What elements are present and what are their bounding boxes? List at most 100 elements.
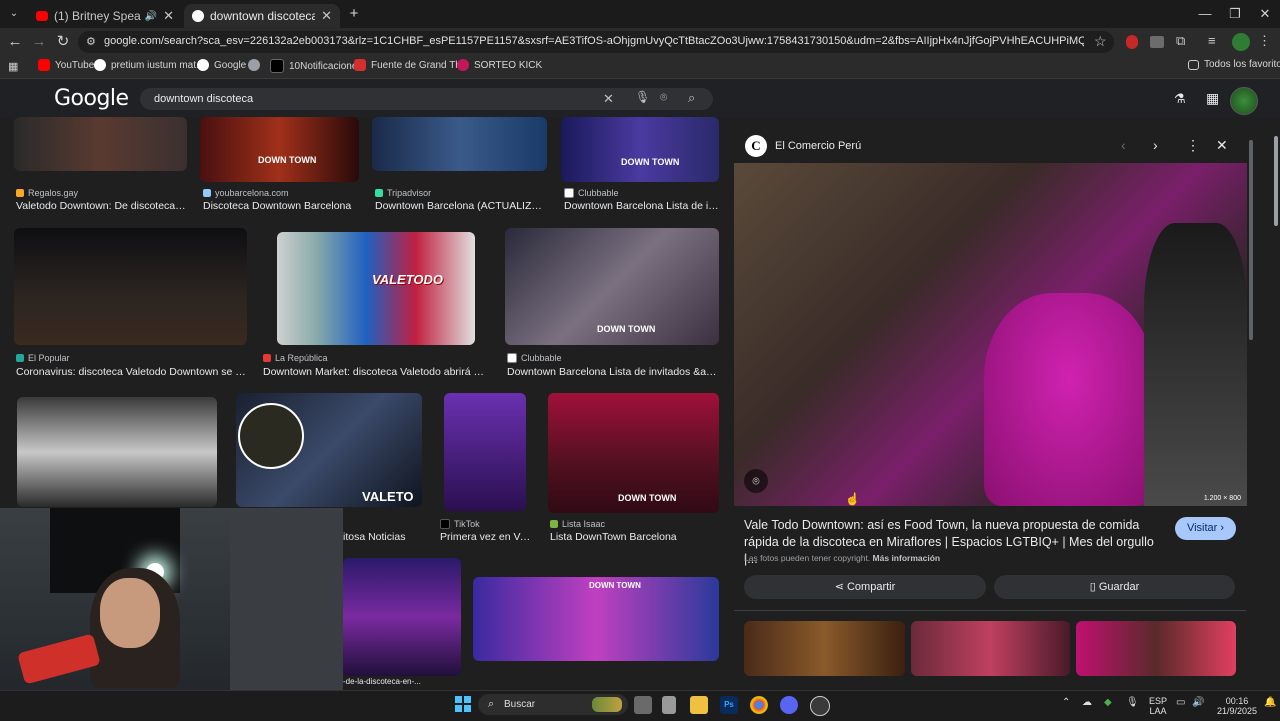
result-caption[interactable]: -de-la-discoteca-en-...	[343, 677, 461, 686]
back-arrow-icon[interactable]: ←	[4, 32, 26, 52]
bookmark-star-icon[interactable]: ☆	[1094, 33, 1107, 50]
clear-icon[interactable]: ✕	[603, 91, 614, 107]
result-image[interactable]: VALETODO	[277, 232, 475, 345]
tab-search-chevron-icon[interactable]: ⌄	[6, 6, 22, 22]
result-caption[interactable]: Downtown Barcelona (ACTUALIZAD...	[375, 200, 547, 212]
more-options-icon[interactable]: ⋮	[1186, 137, 1200, 154]
window-close-icon[interactable]: ✕	[1250, 4, 1280, 24]
clock[interactable]: 00:16 21/9/2025	[1214, 696, 1260, 716]
minimize-icon[interactable]: —	[1190, 4, 1220, 24]
google-logo[interactable]: Google	[54, 86, 129, 111]
share-button[interactable]: ⋖ Compartir	[744, 575, 986, 599]
discord-icon[interactable]	[780, 696, 798, 714]
notification-bell-icon[interactable]: 🔔	[1264, 697, 1276, 708]
restore-icon[interactable]: ❐	[1220, 4, 1250, 24]
prev-chevron-icon[interactable]: ‹	[1121, 137, 1126, 153]
result-image[interactable]	[14, 228, 247, 345]
result-image[interactable]	[444, 393, 526, 511]
bookmark-globe[interactable]	[248, 59, 265, 71]
result-caption[interactable]: Lista DownTown Barcelona	[550, 531, 720, 543]
more-info-link[interactable]: Más información	[873, 553, 941, 563]
google-apps-icon[interactable]: ▦	[1206, 90, 1219, 107]
result-image[interactable]: DOWN TOWN	[505, 228, 719, 345]
result-image[interactable]	[343, 558, 461, 676]
result-caption[interactable]: Coronavirus: discoteca Valetodo Downtown…	[16, 366, 248, 378]
tab-google[interactable]: downtown discoteca - Buscar c ✕	[184, 4, 340, 28]
save-button[interactable]: ▯ Guardar	[994, 575, 1235, 599]
network-icon[interactable]: ▭	[1176, 697, 1185, 708]
site-info-icon[interactable]: ⚙	[86, 35, 96, 48]
search-icon[interactable]: ⌕	[688, 90, 695, 106]
result-caption[interactable]: Downtown Market: discoteca Valetodo abri…	[263, 366, 485, 378]
result-caption[interactable]: itosa Noticias	[343, 531, 423, 543]
audio-icon[interactable]: 🔊	[145, 11, 157, 22]
account-avatar[interactable]	[1230, 87, 1258, 115]
result-caption[interactable]: Valetodo Downtown: De discoteca ga...	[16, 200, 188, 212]
microphone-icon[interactable]: 🎙	[635, 90, 650, 104]
close-icon[interactable]: ✕	[163, 8, 174, 24]
volume-icon[interactable]: 🔊	[1192, 697, 1204, 708]
tab-youtube[interactable]: (1) Britney Spears - Toxic (C 🔊 ✕	[28, 4, 182, 28]
menu-kebab-icon[interactable]: ⋮	[1258, 33, 1271, 49]
next-chevron-icon[interactable]: ›	[1153, 137, 1158, 153]
search-input[interactable]: downtown discoteca	[154, 93, 253, 105]
result-caption[interactable]: Downtown Barcelona Lista de inv...	[564, 200, 720, 212]
scrollbar-thumb[interactable]	[1274, 136, 1278, 226]
result-caption[interactable]: Primera vez en Val...	[440, 531, 532, 543]
close-panel-icon[interactable]: ✕	[1216, 137, 1228, 154]
labs-flask-icon[interactable]: ⚗	[1174, 91, 1186, 107]
scrollbar[interactable]	[1272, 118, 1280, 688]
task-view-icon[interactable]	[634, 696, 652, 714]
windows-start-icon[interactable]	[455, 696, 471, 712]
related-image[interactable]	[744, 621, 905, 676]
microphone-icon[interactable]: 🎙	[1126, 697, 1139, 708]
bookmark-x[interactable]: 10Notificaciones	[270, 59, 362, 73]
result-image[interactable]: DOWN TOWN	[200, 117, 359, 182]
result-image[interactable]: DOWN TOWN	[473, 577, 719, 661]
puzzle-extensions-icon[interactable]: ⧉	[1176, 33, 1185, 49]
language-indicator[interactable]: ESP LAA	[1146, 696, 1170, 716]
result-caption[interactable]: Discoteca Downtown Barcelona	[203, 200, 363, 212]
all-bookmarks[interactable]: Todos los favoritos	[1188, 59, 1280, 70]
panel-scrollbar[interactable]	[1248, 130, 1254, 680]
app-icon[interactable]	[810, 696, 830, 716]
related-image[interactable]	[911, 621, 1070, 676]
file-explorer-icon[interactable]	[690, 696, 708, 714]
result-image[interactable]	[17, 397, 217, 507]
taskbar-search-label[interactable]: Buscar	[504, 699, 535, 710]
onedrive-icon[interactable]: ☁	[1082, 697, 1092, 708]
forward-arrow-icon[interactable]: →	[28, 32, 50, 52]
panel-source[interactable]: El Comercio Perú	[775, 140, 861, 152]
result-image[interactable]: VALETO	[236, 393, 422, 507]
profile-avatar[interactable]	[1232, 33, 1250, 51]
related-image[interactable]	[1076, 621, 1236, 676]
lens-icon[interactable]: ⌾	[660, 90, 667, 105]
result-image[interactable]	[372, 117, 547, 171]
preview-image[interactable]: ⌾ 1.200 × 800	[734, 163, 1247, 506]
chrome-icon[interactable]	[750, 696, 768, 714]
bookmark-fuente[interactable]: Fuente de Grand Th...	[354, 59, 469, 71]
tray-app-icon[interactable]: ◆	[1104, 697, 1112, 708]
reload-icon[interactable]: ↻	[52, 32, 74, 52]
apps-grid-icon[interactable]: ▦	[8, 60, 18, 73]
tray-chevron-icon[interactable]: ⌃	[1062, 697, 1070, 708]
media-control-icon[interactable]: ≡	[1208, 33, 1216, 48]
new-tab-plus-icon[interactable]: +	[346, 5, 362, 23]
bookmark-pretium[interactable]: pretium iustum mat...	[94, 59, 204, 71]
result-caption[interactable]: Downtown Barcelona Lista de invitados &a…	[507, 366, 719, 378]
bookmark-youtube[interactable]: YouTube	[38, 59, 94, 71]
visit-button[interactable]: Visitar ›	[1175, 517, 1236, 540]
url-text[interactable]: google.com/search?sca_esv=226132a2eb0031…	[104, 35, 1084, 47]
search-highlight-icon[interactable]	[592, 697, 622, 712]
result-image[interactable]: DOWN TOWN	[548, 393, 719, 513]
close-icon[interactable]: ✕	[321, 8, 332, 24]
extension-icon[interactable]	[1150, 36, 1164, 48]
result-image[interactable]	[14, 117, 187, 171]
result-image[interactable]: DOWN TOWN	[561, 117, 719, 182]
lens-search-icon[interactable]: ⌾	[744, 469, 768, 493]
bookmark-google[interactable]: Google	[197, 59, 246, 71]
bookmark-sorteo[interactable]: SORTEO KICK	[457, 59, 542, 71]
app-icon[interactable]	[662, 696, 676, 714]
photoshop-icon[interactable]: Ps	[720, 696, 738, 714]
panel-scrollbar-thumb[interactable]	[1249, 140, 1253, 340]
